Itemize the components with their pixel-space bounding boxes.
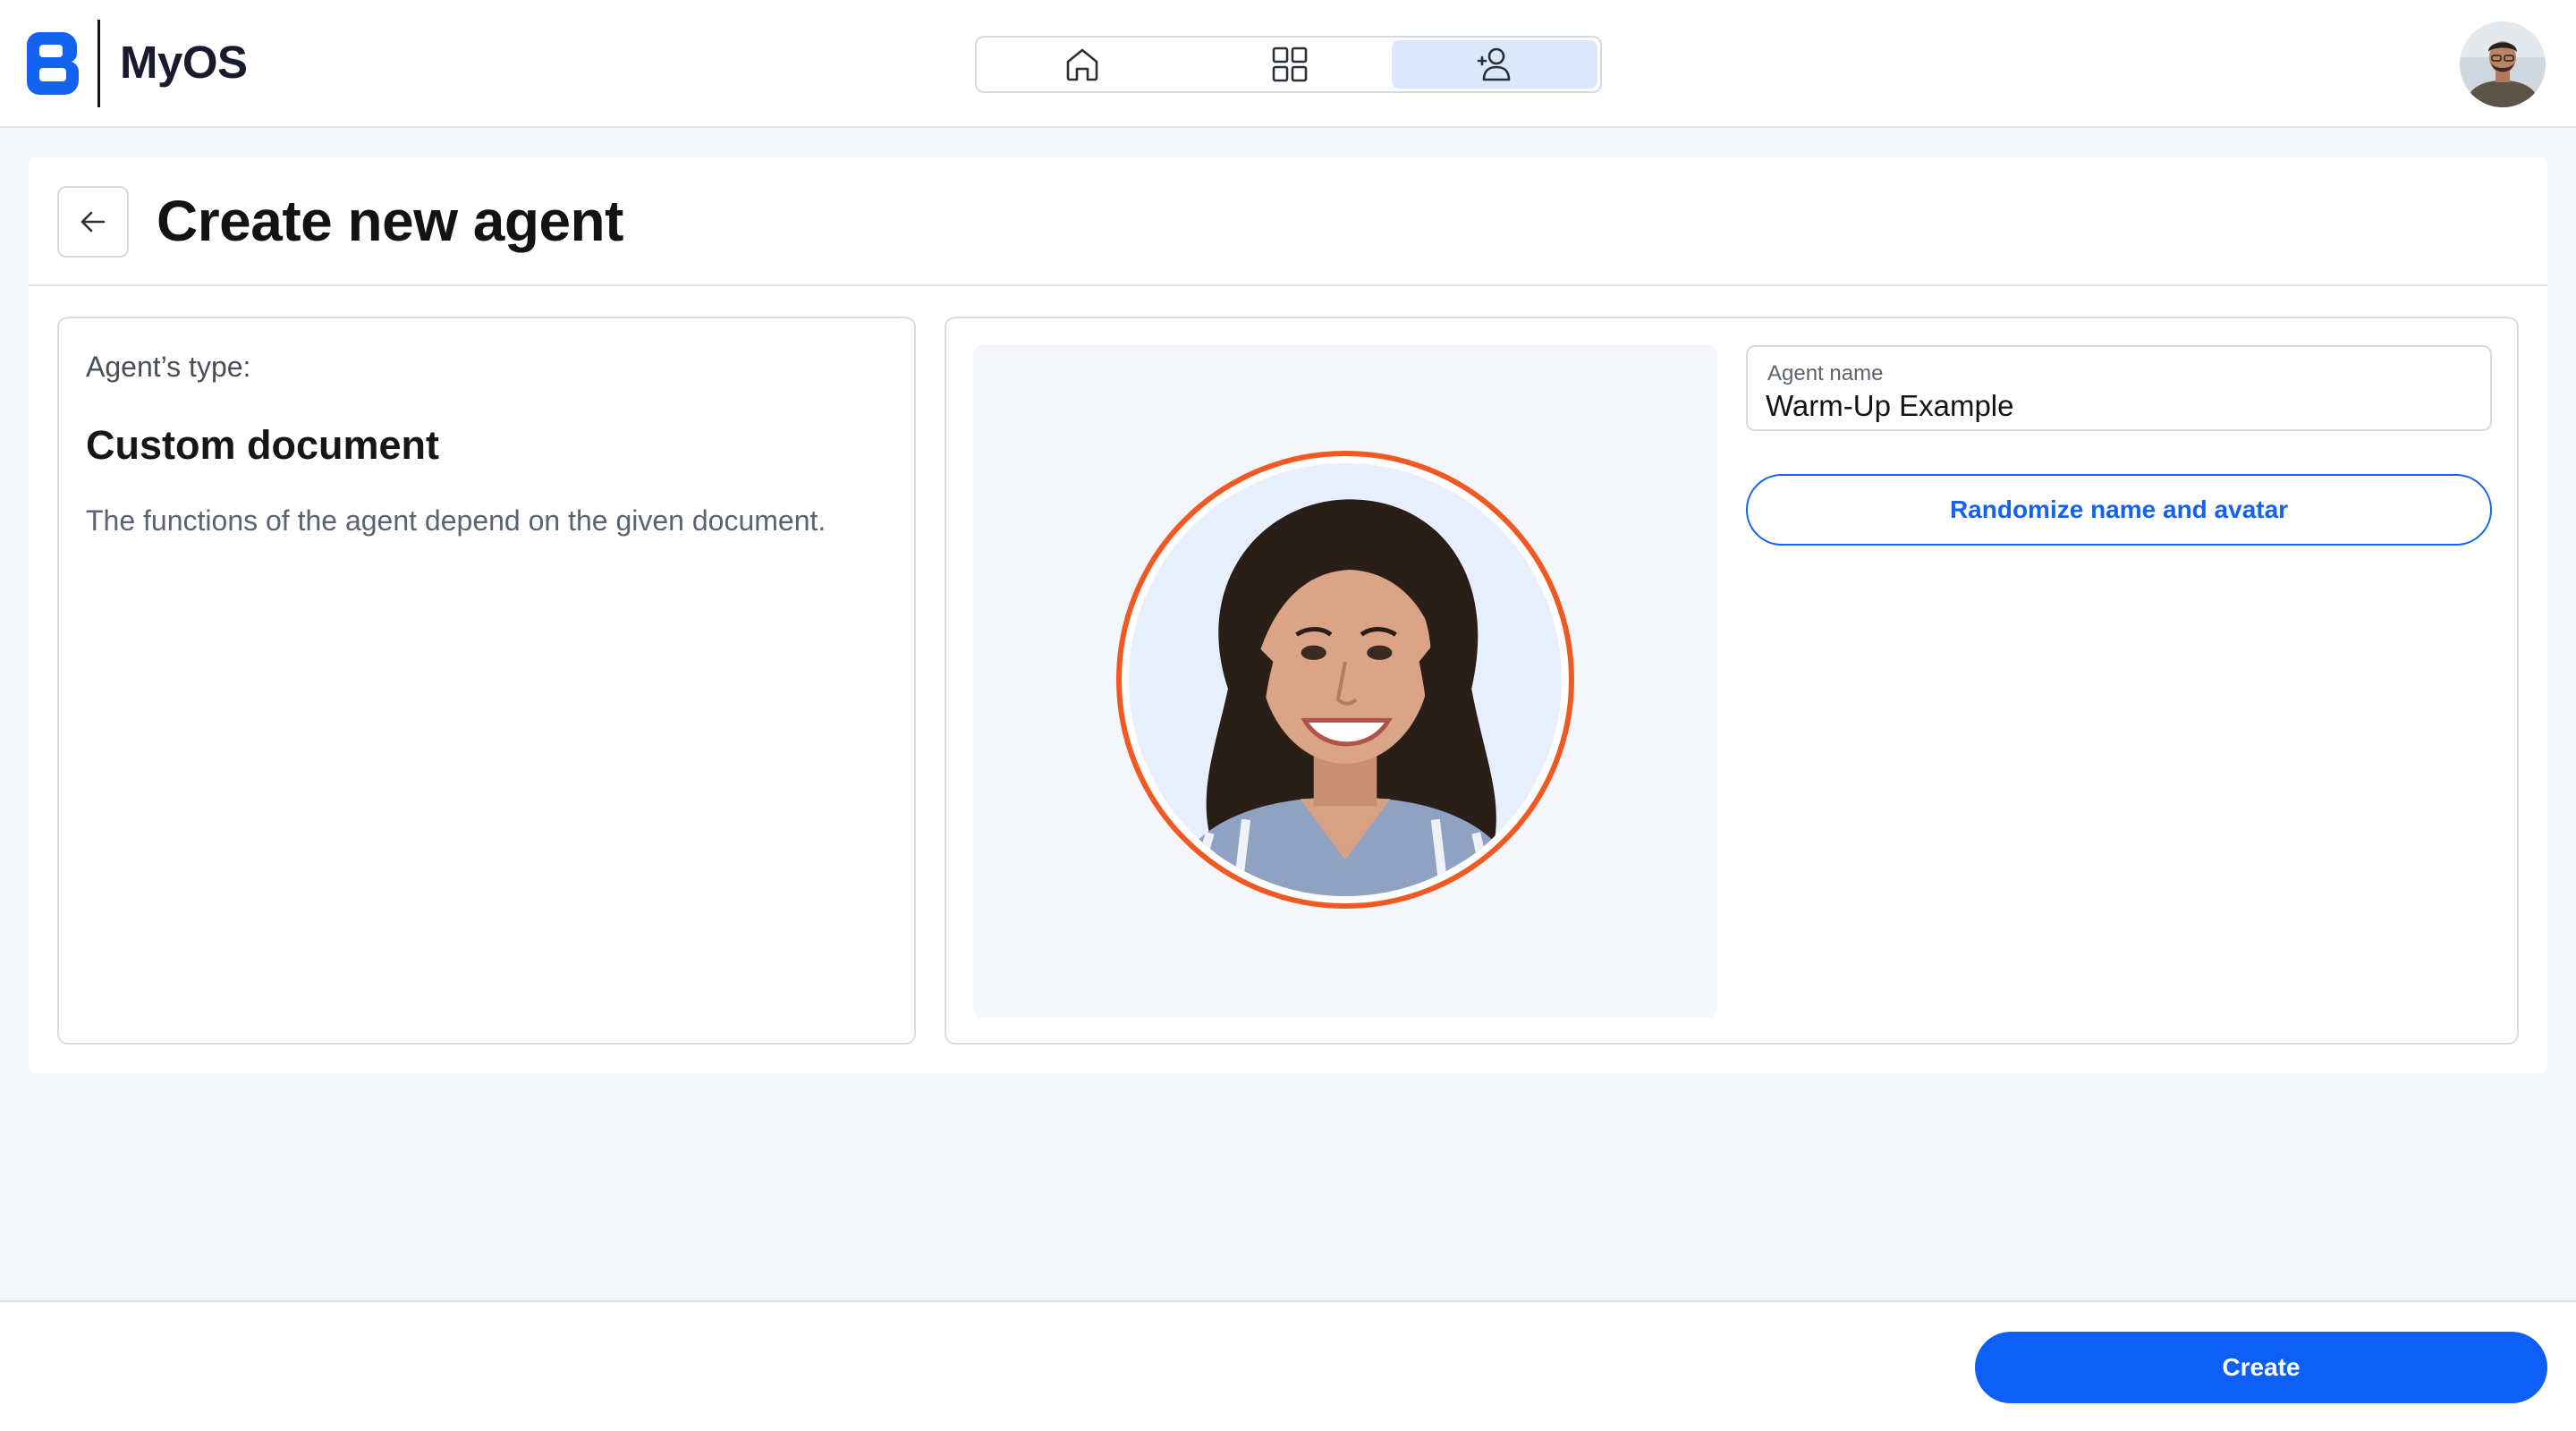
agent-type-name: Custom document <box>86 422 440 468</box>
agent-portrait-image <box>1129 463 1562 896</box>
create-button[interactable]: Create <box>1975 1332 2547 1403</box>
agent-type-label: Agent’s type: <box>86 351 251 383</box>
nav-apps-button[interactable] <box>1187 40 1393 89</box>
agent-name-label: Agent name <box>1767 361 1884 385</box>
avatar-preview-area <box>973 345 1717 1018</box>
create-agent-card: Create new agent Agent’s type: Custom do… <box>29 157 2547 1073</box>
nav-switcher <box>975 36 1602 93</box>
myos-logo-icon[interactable] <box>27 32 79 95</box>
agent-name-field: Agent name <box>1746 345 2492 431</box>
nav-agents-button[interactable] <box>1392 40 1597 89</box>
logo-divider <box>97 20 100 107</box>
randomize-button[interactable]: Randomize name and avatar <box>1746 474 2492 546</box>
agent-avatar <box>1116 451 1574 909</box>
grid-icon <box>1272 47 1308 82</box>
footer-bar: Create <box>0 1300 2576 1431</box>
home-icon <box>1066 48 1098 81</box>
agent-type-panel: Agent’s type: Custom document The functi… <box>57 317 916 1045</box>
agent-details-panel: Agent name Randomize name and avatar <box>945 317 2519 1045</box>
agent-name-input[interactable] <box>1766 388 2463 424</box>
agent-type-description: The functions of the agent depend on the… <box>86 504 826 537</box>
add-user-icon <box>1477 47 1511 81</box>
top-bar: MyOS <box>0 0 2576 128</box>
user-avatar[interactable] <box>2460 21 2546 107</box>
page-title: Create new agent <box>157 189 623 253</box>
page-header: Create new agent <box>29 157 2547 286</box>
back-button[interactable] <box>57 186 129 258</box>
nav-home-button[interactable] <box>979 40 1185 89</box>
app-title: MyOS <box>120 37 248 88</box>
arrow-left-icon <box>80 211 106 233</box>
